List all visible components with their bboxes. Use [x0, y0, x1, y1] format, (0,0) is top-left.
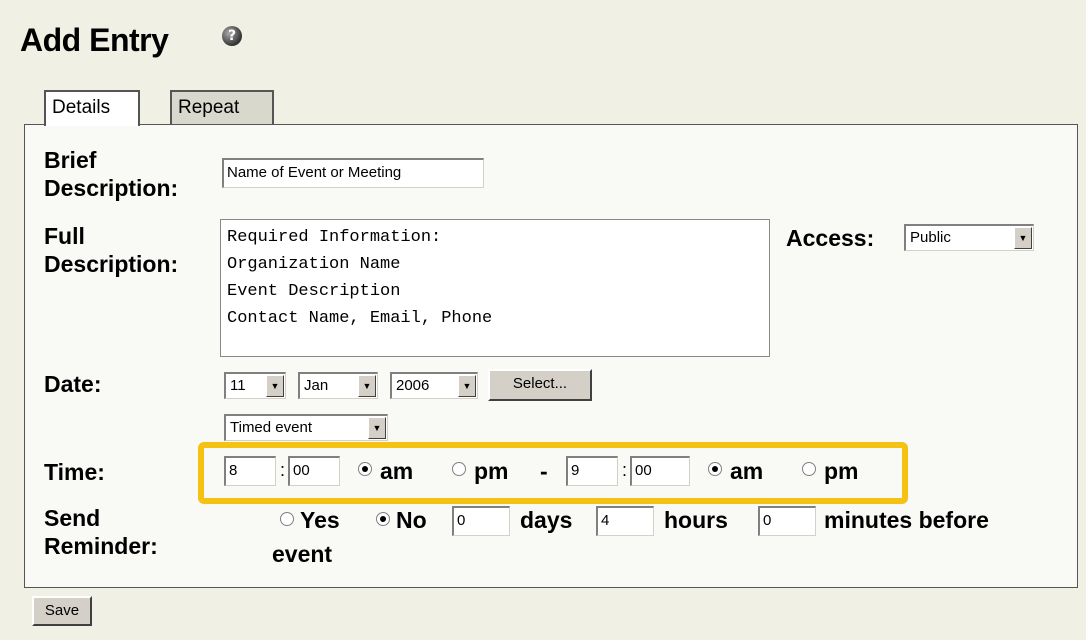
reminder-hours-input[interactable]: 4 [596, 506, 654, 536]
start-am-radio[interactable] [358, 462, 372, 476]
year-select[interactable]: 2006 ▼ [390, 372, 478, 399]
brief-description-label: Brief Description: [44, 147, 179, 201]
access-select-value: Public [910, 229, 951, 246]
chevron-down-icon: ▼ [358, 375, 376, 397]
start-pm-label: pm [474, 458, 509, 484]
start-pm-radio[interactable] [452, 462, 466, 476]
time-range-dash: - [540, 458, 548, 484]
save-button[interactable]: Save [32, 596, 92, 626]
full-description-label: Full Description: [44, 223, 179, 277]
year-select-value: 2006 [396, 377, 430, 394]
start-am-label: am [380, 458, 414, 484]
end-pm-radio[interactable] [802, 462, 816, 476]
chevron-down-icon: ▼ [368, 417, 386, 439]
access-select[interactable]: Public ▼ [904, 224, 1034, 251]
reminder-hours-label: hours [664, 507, 728, 533]
full-description-textarea[interactable]: Required Information: Organization Name … [220, 219, 770, 357]
end-pm-label: pm [824, 458, 859, 484]
end-am-label: am [730, 458, 764, 484]
tab-details[interactable]: Details [44, 90, 140, 126]
reminder-yes-label: Yes [300, 507, 340, 533]
reminder-minutes-input[interactable]: 0 [758, 506, 816, 536]
reminder-days-input[interactable]: 0 [452, 506, 510, 536]
reminder-no-label: No [396, 507, 427, 533]
date-picker-button[interactable]: Select... [488, 369, 592, 401]
end-hour-input[interactable]: 9 [566, 456, 618, 486]
day-select-value: 11 [230, 377, 246, 394]
event-type-select[interactable]: Timed event ▼ [224, 414, 388, 441]
send-reminder-label: Send Reminder: [44, 505, 158, 559]
day-select[interactable]: 11 ▼ [224, 372, 286, 399]
end-time-colon: : [622, 460, 628, 480]
start-time-colon: : [280, 460, 286, 480]
reminder-minutes-label: minutes before [824, 507, 989, 533]
page-title: Add Entry [20, 22, 169, 58]
end-am-radio[interactable] [708, 462, 722, 476]
event-type-select-value: Timed event [230, 419, 312, 436]
access-label: Access: [786, 225, 875, 251]
end-minute-input[interactable]: 00 [630, 456, 690, 486]
month-select-value: Jan [304, 377, 329, 394]
start-hour-input[interactable]: 8 [224, 456, 276, 486]
reminder-days-label: days [520, 507, 573, 533]
reminder-yes-radio[interactable] [280, 512, 294, 526]
chevron-down-icon: ▼ [1014, 227, 1032, 249]
reminder-event-label: event [272, 541, 333, 567]
date-label: Date: [44, 371, 102, 397]
brief-description-input[interactable]: Name of Event or Meeting [222, 158, 484, 188]
reminder-no-radio[interactable] [376, 512, 390, 526]
chevron-down-icon: ▼ [266, 375, 284, 397]
time-label: Time: [44, 459, 105, 485]
start-minute-input[interactable]: 00 [288, 456, 340, 486]
tab-repeat[interactable]: Repeat [170, 90, 274, 124]
help-icon[interactable]: ? [222, 26, 242, 46]
chevron-down-icon: ▼ [458, 375, 476, 397]
month-select[interactable]: Jan ▼ [298, 372, 378, 399]
